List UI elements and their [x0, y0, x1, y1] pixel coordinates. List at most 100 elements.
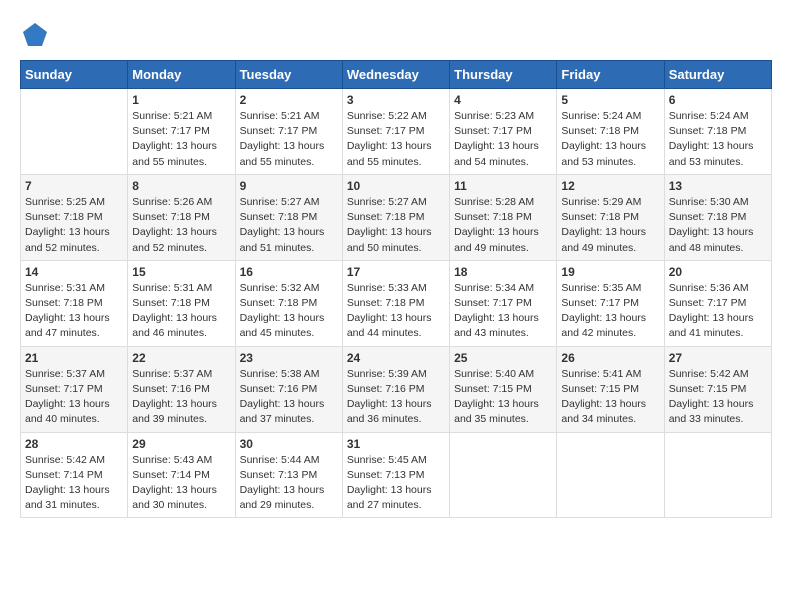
daylight: Daylight: 13 hours and 33 minutes.: [669, 398, 754, 425]
calendar-cell: 24Sunrise: 5:39 AMSunset: 7:16 PMDayligh…: [342, 346, 449, 432]
calendar-cell: 18Sunrise: 5:34 AMSunset: 7:17 PMDayligh…: [450, 260, 557, 346]
day-number: 4: [454, 93, 552, 107]
cell-content: Sunrise: 5:37 AMSunset: 7:16 PMDaylight:…: [132, 367, 230, 428]
calendar-header-row: SundayMondayTuesdayWednesdayThursdayFrid…: [21, 61, 772, 89]
daylight: Daylight: 13 hours and 30 minutes.: [132, 484, 217, 511]
daylight: Daylight: 13 hours and 55 minutes.: [347, 140, 432, 167]
cell-content: Sunrise: 5:43 AM Sunset: 7:14 PM Daylight:…: [132, 453, 230, 514]
daylight: Daylight: 13 hours and 52 minutes.: [25, 226, 110, 253]
logo: [20, 20, 54, 50]
daylight: Daylight: 13 hours and 37 minutes.: [240, 398, 325, 425]
calendar-cell: 25 Sunrise: 5:40 AMSunset: 7:15 PMDayligh…: [450, 346, 557, 432]
sunrise: Sunrise: 5:33 AM: [347, 282, 427, 294]
daylight: Daylight: 13 hours and 53 minutes.: [669, 140, 754, 167]
sunrise: Sunrise: 5:40 AM: [454, 368, 534, 380]
calendar-cell: 30Sunrise: 5:44 AMSunset: 7:13 PMDayligh…: [235, 432, 342, 518]
cell-content: Sunrise: 5:25 AMSunset: 7:18 PMDaylight:…: [25, 195, 123, 256]
sunset: Sunset: 7:18 PM: [669, 125, 747, 137]
daylight: Daylight: 13 hours and 49 minutes.: [561, 226, 646, 253]
col-header-saturday: Saturday: [664, 61, 771, 89]
day-number: 7: [25, 179, 123, 193]
cell-content: Sunrise: 5:24 AM Sunset: 7:18 PM Daylight:…: [669, 109, 767, 170]
sunrise: Sunrise: 5:42 AM: [669, 368, 749, 380]
day-number: 24: [347, 351, 445, 365]
col-header-wednesday: Wednesday: [342, 61, 449, 89]
col-header-tuesday: Tuesday: [235, 61, 342, 89]
sunrise: Sunrise: 5:43 AM: [132, 454, 212, 466]
cell-content: Sunrise: 5:27 AMSunset: 7:18 PMDaylight:…: [347, 195, 445, 256]
calendar-cell: 21Sunrise: 5:37 AMSunset: 7:17 PMDayligh…: [21, 346, 128, 432]
cell-content: Sunrise: 5:35 AMSunset: 7:17 PMDaylight:…: [561, 281, 659, 342]
sunrise: Sunrise: 5:31 AM: [25, 282, 105, 294]
calendar-cell: 31Sunrise: 5:45 AMSunset: 7:13 PMDayligh…: [342, 432, 449, 518]
daylight: Daylight: 13 hours and 49 minutes.: [454, 226, 539, 253]
cell-content: Sunrise: 5:40 AMSunset: 7:15 PMDaylight:…: [454, 367, 552, 428]
day-number: 16: [240, 265, 338, 279]
calendar-week-2: 7 Sunrise: 5:25 AMSunset: 7:18 PMDaylight…: [21, 174, 772, 260]
sunset: Sunset: 7:18 PM: [25, 297, 103, 309]
daylight: Daylight: 13 hours and 51 minutes.: [240, 226, 325, 253]
sunrise: Sunrise: 5:39 AM: [347, 368, 427, 380]
sunrise: Sunrise: 5:29 AM: [561, 196, 641, 208]
day-number: 11: [454, 179, 552, 193]
calendar-table: SundayMondayTuesdayWednesdayThursdayFrid…: [20, 60, 772, 518]
day-number: 28: [25, 437, 123, 451]
sunset: Sunset: 7:15 PM: [669, 383, 747, 395]
calendar-cell: 10Sunrise: 5:27 AMSunset: 7:18 PMDayligh…: [342, 174, 449, 260]
sunrise: Sunrise: 5:24 AM: [669, 110, 749, 122]
calendar-cell: 6Sunrise: 5:24 AMSunset: 7:18 PMDaylight…: [664, 89, 771, 175]
cell-content: Sunrise: 5:22 AMSunset: 7:17 PMDaylight:…: [347, 109, 445, 170]
sunset: Sunset: 7:14 PM: [132, 469, 210, 481]
day-number: 1: [132, 93, 230, 107]
calendar-cell: 11Sunrise: 5:28 AMSunset: 7:18 PMDayligh…: [450, 174, 557, 260]
sunset: Sunset: 7:18 PM: [132, 211, 210, 223]
sunset: Sunset: 7:18 PM: [132, 297, 210, 309]
sunrise: Sunrise: 5:32 AM: [240, 282, 320, 294]
sunrise: Sunrise: 5:36 AM: [669, 282, 749, 294]
sunset: Sunset: 7:18 PM: [347, 211, 425, 223]
daylight: Daylight: 13 hours and 29 minutes.: [240, 484, 325, 511]
cell-content: Sunrise: 5:23 AMSunset: 7:17 PMDaylight:…: [454, 109, 552, 170]
daylight: Daylight: 13 hours and 48 minutes.: [669, 226, 754, 253]
daylight: Daylight: 13 hours and 42 minutes.: [561, 312, 646, 339]
cell-content: Sunrise: 5:37 AMSunset: 7:17 PMDaylight:…: [25, 367, 123, 428]
col-header-friday: Friday: [557, 61, 664, 89]
cell-content: Sunrise: 5:26 AMSunset: 7:18 PMDaylight:…: [132, 195, 230, 256]
sunrise: Sunrise: 5:30 AM: [669, 196, 749, 208]
cell-content: Sunrise: 5:44 AMSunset: 7:13 PMDaylight:…: [240, 453, 338, 514]
daylight: Daylight: 13 hours and 44 minutes.: [347, 312, 432, 339]
daylight: Daylight: 13 hours and 35 minutes.: [454, 398, 539, 425]
sunset: Sunset: 7:15 PM: [561, 383, 639, 395]
calendar-cell: 29Sunrise: 5:43 AMSunset: 7:14 PMDayligh…: [128, 432, 235, 518]
daylight: Daylight: 13 hours and 54 minutes.: [454, 140, 539, 167]
col-header-thursday: Thursday: [450, 61, 557, 89]
sunrise: Sunrise: 5:21 AM: [240, 110, 320, 122]
cell-content: Sunrise: 5:27 AMSunset: 7:18 PMDaylight:…: [240, 195, 338, 256]
daylight: Daylight: 13 hours and 31 minutes.: [25, 484, 110, 511]
calendar-cell: 12Sunrise: 5:29 AMSunset: 7:18 PMDayligh…: [557, 174, 664, 260]
day-number: 10: [347, 179, 445, 193]
day-number: 8: [132, 179, 230, 193]
calendar-cell: 22Sunrise: 5:37 AMSunset: 7:16 PMDayligh…: [128, 346, 235, 432]
cell-content: Sunrise: 5:45 AMSunset: 7:13 PMDaylight:…: [347, 453, 445, 514]
sunset: Sunset: 7:14 PM: [25, 469, 103, 481]
sunset: Sunset: 7:17 PM: [240, 125, 318, 137]
calendar-cell: 15Sunrise: 5:31 AMSunset: 7:18 PMDayligh…: [128, 260, 235, 346]
day-number: 15: [132, 265, 230, 279]
calendar-cell: 5Sunrise: 5:24 AMSunset: 7:18 PMDaylight…: [557, 89, 664, 175]
sunrise: Sunrise: 5:27 AM: [347, 196, 427, 208]
day-number: 25: [454, 351, 552, 365]
sunrise: Sunrise: 5:34 AM: [454, 282, 534, 294]
sunset: Sunset: 7:17 PM: [454, 297, 532, 309]
cell-content: Sunrise: 5:31 AMSunset: 7:18 PMDaylight:…: [25, 281, 123, 342]
daylight: Daylight: 13 hours and 40 minutes.: [25, 398, 110, 425]
sunset: Sunset: 7:17 PM: [132, 125, 210, 137]
calendar-cell: 20Sunrise: 5:36 AMSunset: 7:17 PMDayligh…: [664, 260, 771, 346]
sunrise: Sunrise: 5:37 AM: [132, 368, 212, 380]
sunset: Sunset: 7:17 PM: [561, 297, 639, 309]
cell-content: Sunrise: 5:21 AMSunset: 7:17 PMDaylight:…: [132, 109, 230, 170]
daylight: Daylight: 13 hours and 53 minutes.: [561, 140, 646, 167]
daylight: Daylight: 13 hours and 39 minutes.: [132, 398, 217, 425]
sunrise: Sunrise: 5:37 AM: [25, 368, 105, 380]
daylight: Daylight: 13 hours and 43 minutes.: [454, 312, 539, 339]
